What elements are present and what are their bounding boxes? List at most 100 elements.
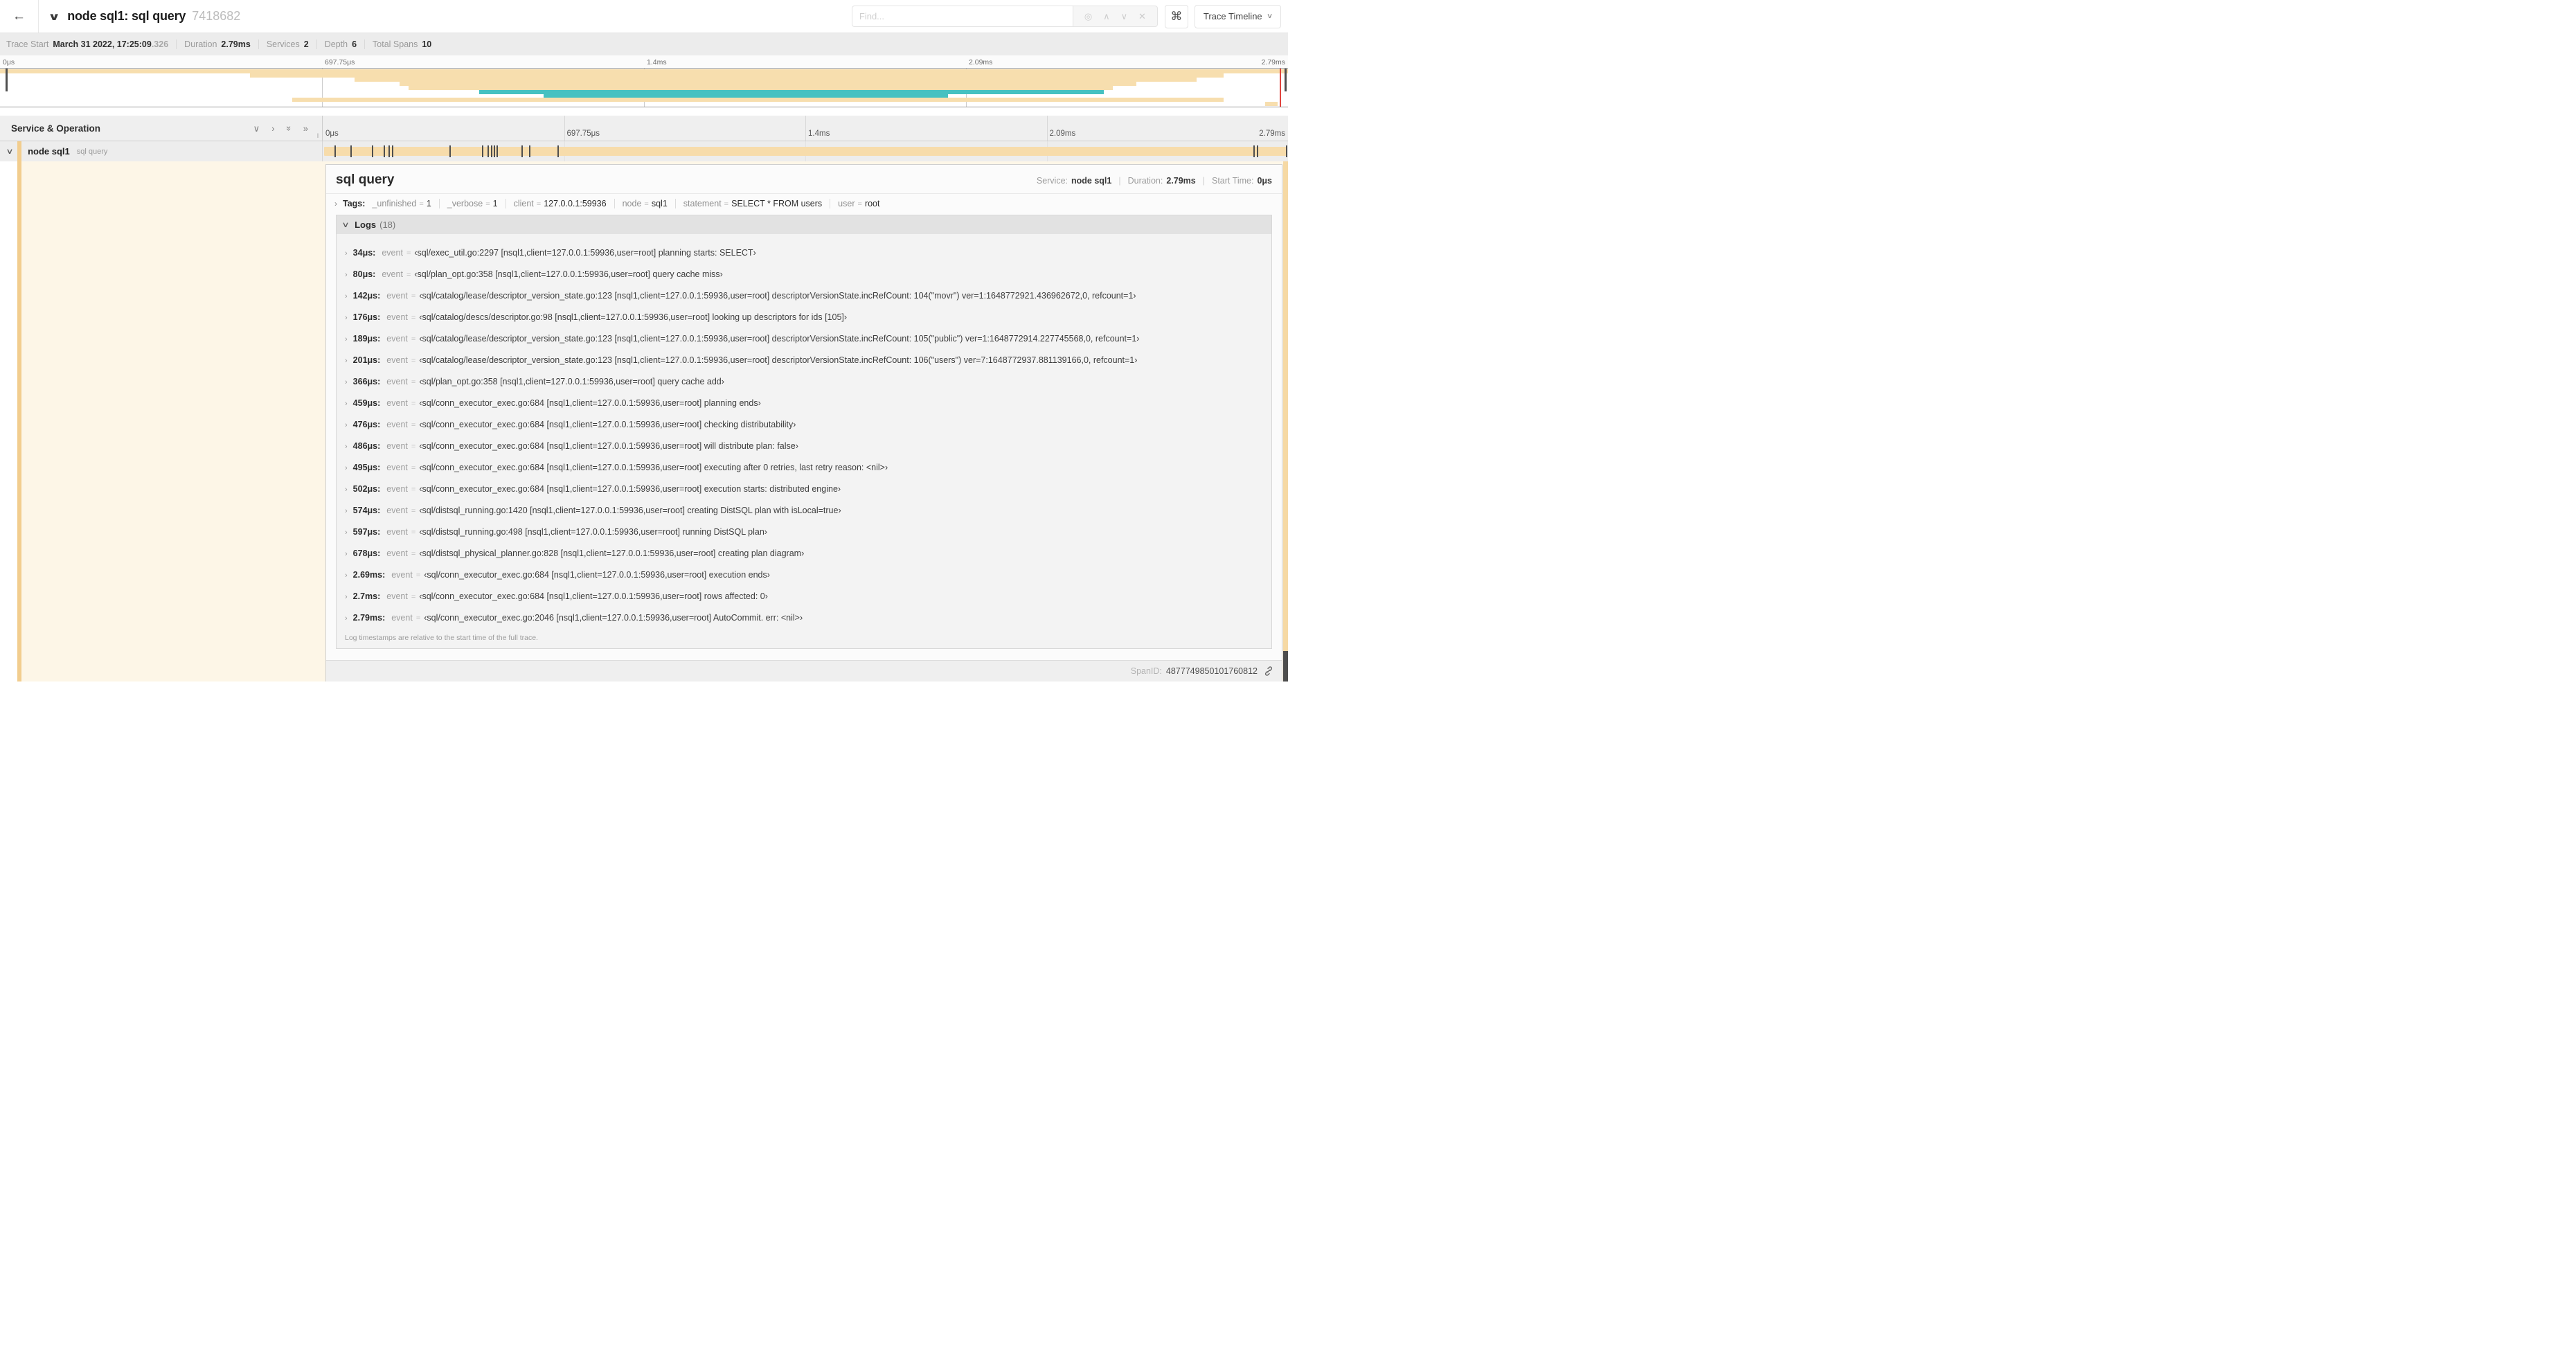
log-timestamp: 459μs: [352,398,381,408]
log-field-name: event [391,613,413,623]
log-equals: = [411,378,416,386]
log-entry-row[interactable]: › 502μs: event = ‹sql/conn_executor_exec.go:… [337,479,1271,500]
tag-key: client [513,199,534,208]
span-bar-cell[interactable] [323,141,1288,161]
logs-header[interactable]: ∨ Logs (18) [337,215,1271,234]
meta-label: Services [266,39,300,49]
chevron-right-icon: › [345,335,348,344]
log-field-name: event [386,398,408,408]
column-resizer-handle[interactable]: ‖ [316,132,320,139]
command-icon: ⌘ [1170,9,1183,23]
log-equals: = [411,335,416,344]
log-marker-tick [488,145,490,157]
span-detail-footer: SpanID: 4877749850101760812 [326,660,1282,682]
chevron-right-icon: › [345,443,348,451]
collapse-all-icon[interactable]: » [284,125,294,130]
log-entry-row[interactable]: › 80μs: event = ‹sql/plan_opt.go:358 [nsql1,… [337,264,1271,285]
log-field-name: event [386,355,408,365]
log-timestamp: 2.7ms: [352,591,381,601]
log-entry-row[interactable]: › 495μs: event = ‹sql/conn_executor_exec.go:… [337,457,1271,479]
axis-tick-label: 2.09ms [969,58,993,66]
log-message: ‹sql/catalog/lease/descriptor_version_st… [419,355,1138,365]
tag-item[interactable]: _verbose = 1 [438,199,506,208]
prev-match-icon[interactable]: ∧ [1103,12,1110,21]
tags-accordian[interactable]: › Tags: _unfinished = 1 _verbose = 1 client = 12… [326,194,1282,213]
log-timestamp: 495μs: [352,463,381,472]
expand-all-icon[interactable]: » [303,124,308,133]
log-entry-row[interactable]: › 176μs: event = ‹sql/catalog/descs/descript… [337,307,1271,328]
tag-item[interactable]: _unfinished = 1 [372,199,438,208]
log-equals: = [406,271,411,279]
meta-value: 6 [352,39,357,49]
log-entry-row[interactable]: › 2.7ms: event = ‹sql/conn_executor_exec.go:… [337,586,1271,607]
axis-tick-label: 697.75μs [325,58,355,66]
log-entry-row[interactable]: › 201μs: event = ‹sql/catalog/lease/descript… [337,350,1271,371]
log-entry-row[interactable]: › 597μs: event = ‹sql/distsql_running.go:498… [337,522,1271,543]
deep-link-icon[interactable] [1264,666,1273,676]
span-row[interactable]: ∨ node sql1 sql query [0,141,1288,161]
log-entry-row[interactable]: › 476μs: event = ‹sql/conn_executor_exec.go:… [337,414,1271,436]
jaeger-trace-page: ← ∨ node sql1: sql query 7418682 ◎ ∧ ∨ ✕… [0,0,1288,682]
viewport-left-scrubber[interactable] [6,69,8,91]
spanid-value: 4877749850101760812 [1165,666,1258,676]
meta-value: March 31 2022, 17:25:09 [53,39,152,49]
trace-collapse-icon[interactable]: ∨ [48,10,60,23]
log-entry-row[interactable]: › 142μs: event = ‹sql/catalog/lease/descript… [337,285,1271,307]
log-marker-tick [392,145,394,157]
scrollbar-thumb[interactable] [1283,651,1288,682]
tag-item[interactable]: client = 127.0.0.1:59936 [505,199,614,208]
trace-meta-item: Services 2 [258,39,316,49]
chevron-right-icon: › [345,593,348,601]
back-button[interactable]: ← [0,0,39,33]
trace-minimap[interactable] [0,68,1288,107]
log-timestamp: 678μs: [352,549,381,558]
collapse-one-icon[interactable]: ∨ [253,124,260,133]
viewport-right-scrubber[interactable] [1285,69,1287,91]
expand-one-icon[interactable]: › [271,124,274,133]
chevron-down-icon: ∨ [341,221,350,229]
log-entry-row[interactable]: › 678μs: event = ‹sql/distsql_physical_plann… [337,543,1271,564]
tags-list: _unfinished = 1 _verbose = 1 client = 127.0.0.1:… [372,199,887,208]
detail-row-tint [21,161,323,682]
next-match-icon[interactable]: ∨ [1121,12,1128,21]
log-equals: = [411,464,416,472]
log-entry-row[interactable]: › 34μs: event = ‹sql/exec_util.go:2297 [nsql… [337,242,1271,264]
log-timestamp: 189μs: [352,334,381,344]
log-entry-row[interactable]: › 2.69ms: event = ‹sql/conn_executor_exec.go… [337,564,1271,586]
page-title: node sql1: sql query [67,9,186,23]
log-entry-row[interactable]: › 2.79ms: event = ‹sql/conn_executor_exec.go… [337,607,1271,629]
tag-item[interactable]: node = sql1 [614,199,675,208]
log-message: ‹sql/exec_util.go:2297 [nsql1,client=127… [414,248,756,258]
span-row-name-cell[interactable]: ∨ node sql1 sql query [0,141,323,161]
tag-value: SELECT * FROM users [731,199,823,208]
tag-value: root [864,199,880,208]
log-entry-row[interactable]: › 459μs: event = ‹sql/conn_executor_exec.go:… [337,393,1271,414]
log-entry-row[interactable]: › 366μs: event = ‹sql/plan_opt.go:358 [nsql1… [337,371,1271,393]
minimap-cursor-line [1279,69,1281,107]
clear-find-icon[interactable]: ✕ [1138,12,1146,21]
log-marker-tick [482,145,483,157]
detail-right-margin-strip [1283,161,1288,651]
trace-meta-item: Depth 6 [316,39,364,49]
log-entry-row[interactable]: › 189μs: event = ‹sql/catalog/lease/descript… [337,328,1271,350]
tag-item[interactable]: user = root [830,199,887,208]
log-timestamp: 80μs: [352,269,376,279]
log-message: ‹sql/conn_executor_exec.go:684 [nsql1,cl… [419,398,761,408]
keyboard-shortcuts-button[interactable]: ⌘ [1164,4,1188,28]
tree-toggle-icons: ∨ › » » [253,124,308,133]
log-entry-row[interactable]: › 574μs: event = ‹sql/distsql_running.go:142… [337,500,1271,522]
tag-value: sql1 [651,199,668,208]
log-field-name: event [386,377,408,386]
match-locate-icon[interactable]: ◎ [1084,12,1092,21]
find-input[interactable] [851,6,1073,27]
trace-id: 7418682 [192,9,241,23]
log-timestamp: 176μs: [352,312,381,322]
tag-item[interactable]: statement = SELECT * FROM users [674,199,830,208]
axis-tick-label: 1.4ms [647,58,667,66]
log-message: ‹sql/conn_executor_exec.go:684 [nsql1,cl… [419,591,768,601]
trace-view-selector[interactable]: Trace Timeline ∨ [1194,4,1281,28]
span-collapse-icon[interactable]: ∨ [6,147,13,156]
log-entry-row[interactable]: › 486μs: event = ‹sql/conn_executor_exec.go:… [337,436,1271,457]
log-marker-tick [1257,145,1259,157]
log-message: ‹sql/distsql_physical_planner.go:828 [ns… [419,549,805,558]
